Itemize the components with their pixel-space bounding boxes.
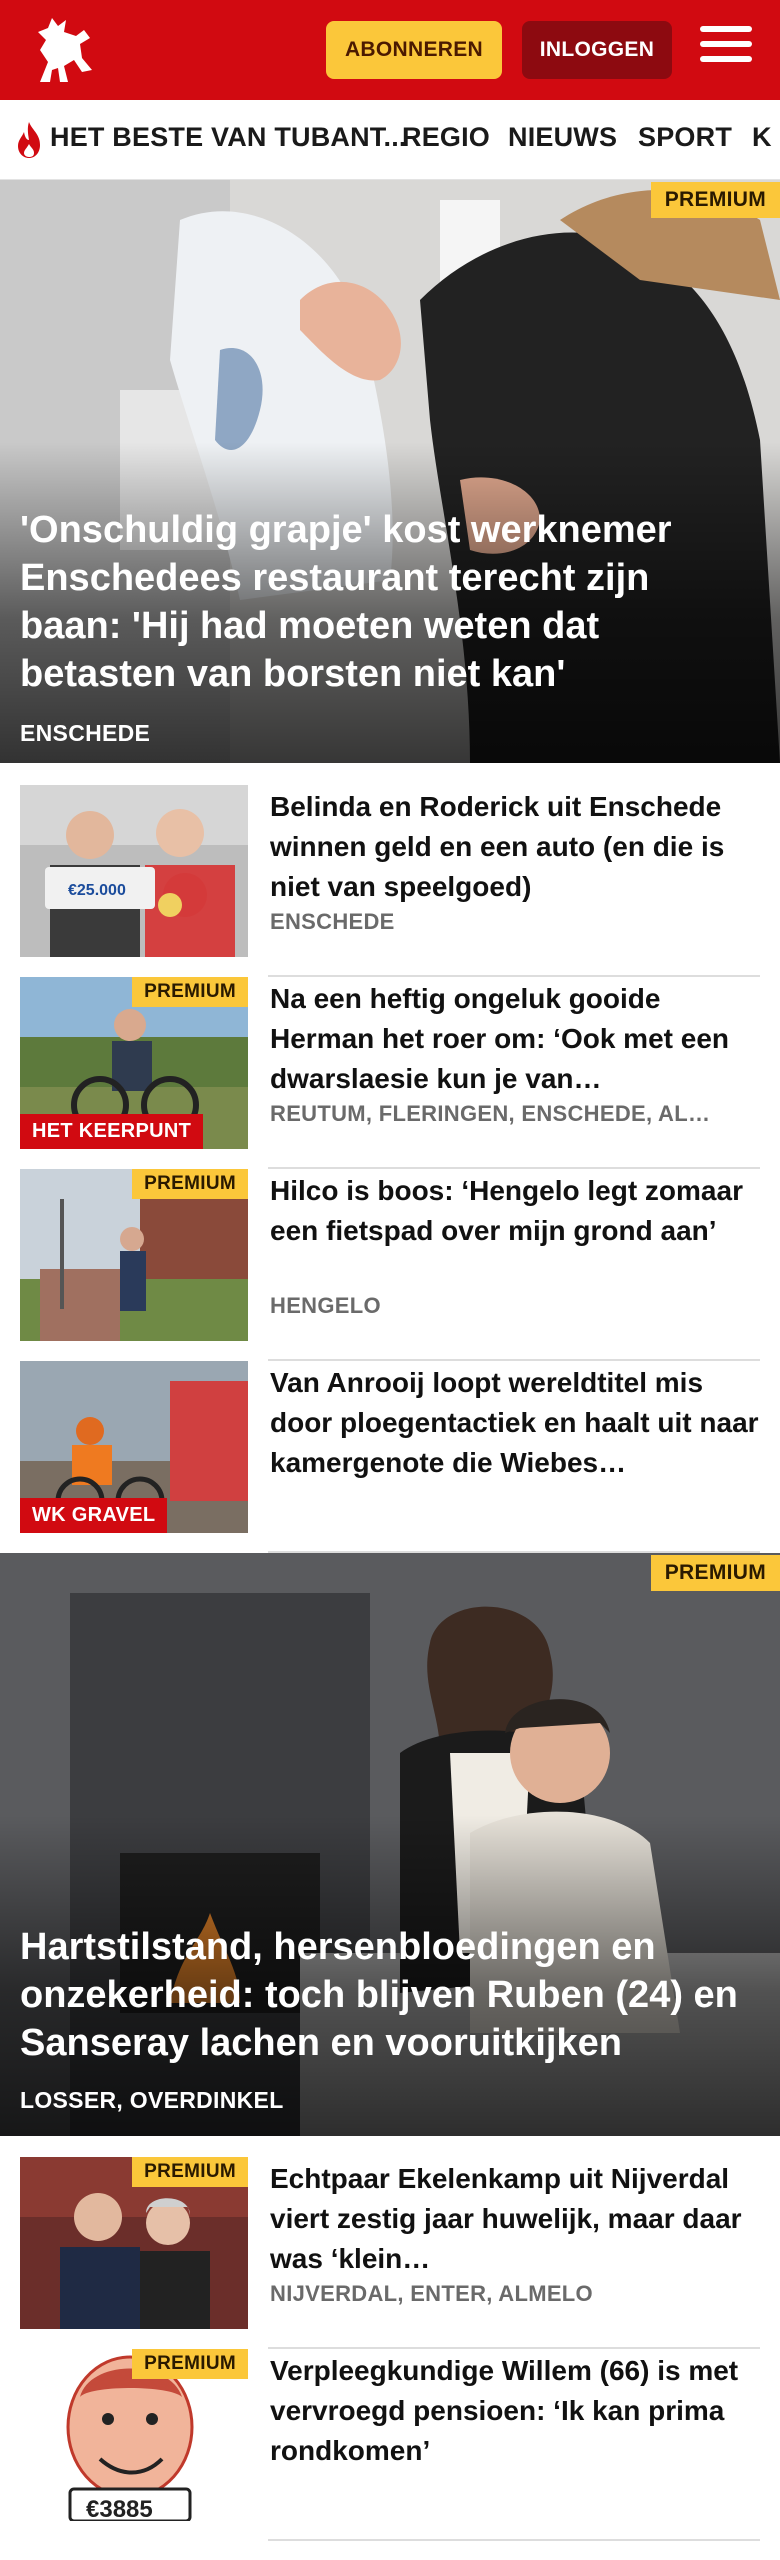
hero-article-1[interactable]: PREMIUM 'Onschuldig grapje' kost werknem… bbox=[0, 180, 780, 763]
list-item[interactable]: €3885 PREMIUM Verpleegkundige Willem (66… bbox=[20, 2349, 760, 2541]
article-thumbnail: €3885 PREMIUM bbox=[20, 2349, 248, 2521]
hero-title-1[interactable]: 'Onschuldig grapje' kost werknemer Ensch… bbox=[20, 506, 740, 698]
nav-item-het-beste[interactable]: HET BESTE VAN TUBANT... bbox=[50, 122, 407, 153]
list-item[interactable]: WK GRAVEL Van Anrooij loopt wereldtitel … bbox=[20, 1361, 760, 1553]
premium-badge: PREMIUM bbox=[132, 1169, 248, 1199]
article-thumbnail: PREMIUM bbox=[20, 1169, 248, 1341]
premium-badge: PREMIUM bbox=[132, 977, 248, 1007]
article-title[interactable]: Verpleegkundige Willem (66) is met vervr… bbox=[270, 2351, 760, 2471]
article-location: NIJVERDAL, ENTER, ALMELO bbox=[270, 2281, 593, 2306]
login-button[interactable]: INLOGGEN bbox=[522, 21, 672, 79]
hero-article-2[interactable]: PREMIUM Hartstilstand, hersenbloedingen … bbox=[0, 1553, 780, 2136]
subscribe-button[interactable]: ABONNEREN bbox=[326, 21, 502, 79]
list-item[interactable]: PREMIUM HET KEERPUNT Na een heftig ongel… bbox=[20, 977, 760, 1169]
premium-badge: PREMIUM bbox=[650, 1555, 780, 1591]
article-title[interactable]: Hilco is boos: ‘Hengelo legt zomaar een … bbox=[270, 1171, 760, 1251]
tubantia-horse-logo[interactable] bbox=[18, 10, 104, 90]
prize-sign-text: €25.000 bbox=[68, 882, 126, 899]
premium-badge: PREMIUM bbox=[132, 2157, 248, 2187]
article-location: HENGELO bbox=[270, 1293, 381, 1318]
article-thumbnail: PREMIUM HET KEERPUNT bbox=[20, 977, 248, 1149]
premium-badge: PREMIUM bbox=[650, 182, 780, 218]
series-label: HET KEERPUNT bbox=[20, 1114, 204, 1149]
nav-item-regio[interactable]: REGIO bbox=[402, 122, 490, 153]
nav-item-nieuws[interactable]: NIEUWS bbox=[508, 122, 617, 153]
list-item[interactable]: PREMIUM Hilco is boos: ‘Hengelo legt zom… bbox=[20, 1169, 760, 1361]
article-location: REUTUM, FLERINGEN, ENSCHEDE, AL… bbox=[270, 1101, 711, 1126]
hero-title-2[interactable]: Hartstilstand, hersenbloedingen en onzek… bbox=[20, 1923, 740, 2067]
article-title[interactable]: Echtpaar Ekelenkamp uit Nijverdal viert … bbox=[270, 2159, 760, 2279]
list-item[interactable]: PREMIUM Echtpaar Ekelenkamp uit Nijverda… bbox=[20, 2157, 760, 2349]
top-bar: ABONNEREN INLOGGEN bbox=[0, 0, 780, 100]
list-item[interactable]: €25.000 Belinda en Roderick uit Enschede… bbox=[20, 785, 760, 977]
savings-sign-text: €3885 bbox=[86, 2496, 153, 2521]
divider bbox=[268, 2539, 760, 2541]
article-location: ENSCHEDE bbox=[270, 909, 395, 934]
article-thumbnail: PREMIUM bbox=[20, 2157, 248, 2329]
series-label: WK GRAVEL bbox=[20, 1498, 168, 1533]
hero-location-2: LOSSER, OVERDINKEL bbox=[20, 2087, 284, 2113]
article-title[interactable]: Van Anrooij loopt wereldtitel mis door p… bbox=[270, 1363, 760, 1483]
article-thumbnail: WK GRAVEL bbox=[20, 1361, 248, 1533]
article-title[interactable]: Belinda en Roderick uit Enschede winnen … bbox=[270, 787, 760, 907]
article-title[interactable]: Na een heftig ongeluk gooide Herman het … bbox=[270, 979, 760, 1099]
hamburger-menu-icon[interactable] bbox=[700, 26, 752, 72]
nav-item-more[interactable]: K bbox=[752, 122, 772, 153]
flame-icon bbox=[18, 122, 40, 158]
nav-item-sport[interactable]: SPORT bbox=[638, 122, 732, 153]
hero-location-1: ENSCHEDE bbox=[20, 720, 151, 746]
article-thumbnail: €25.000 bbox=[20, 785, 248, 957]
premium-badge: PREMIUM bbox=[132, 2349, 248, 2379]
section-nav: HET BESTE VAN TUBANT... REGIO NIEUWS SPO… bbox=[0, 100, 780, 180]
